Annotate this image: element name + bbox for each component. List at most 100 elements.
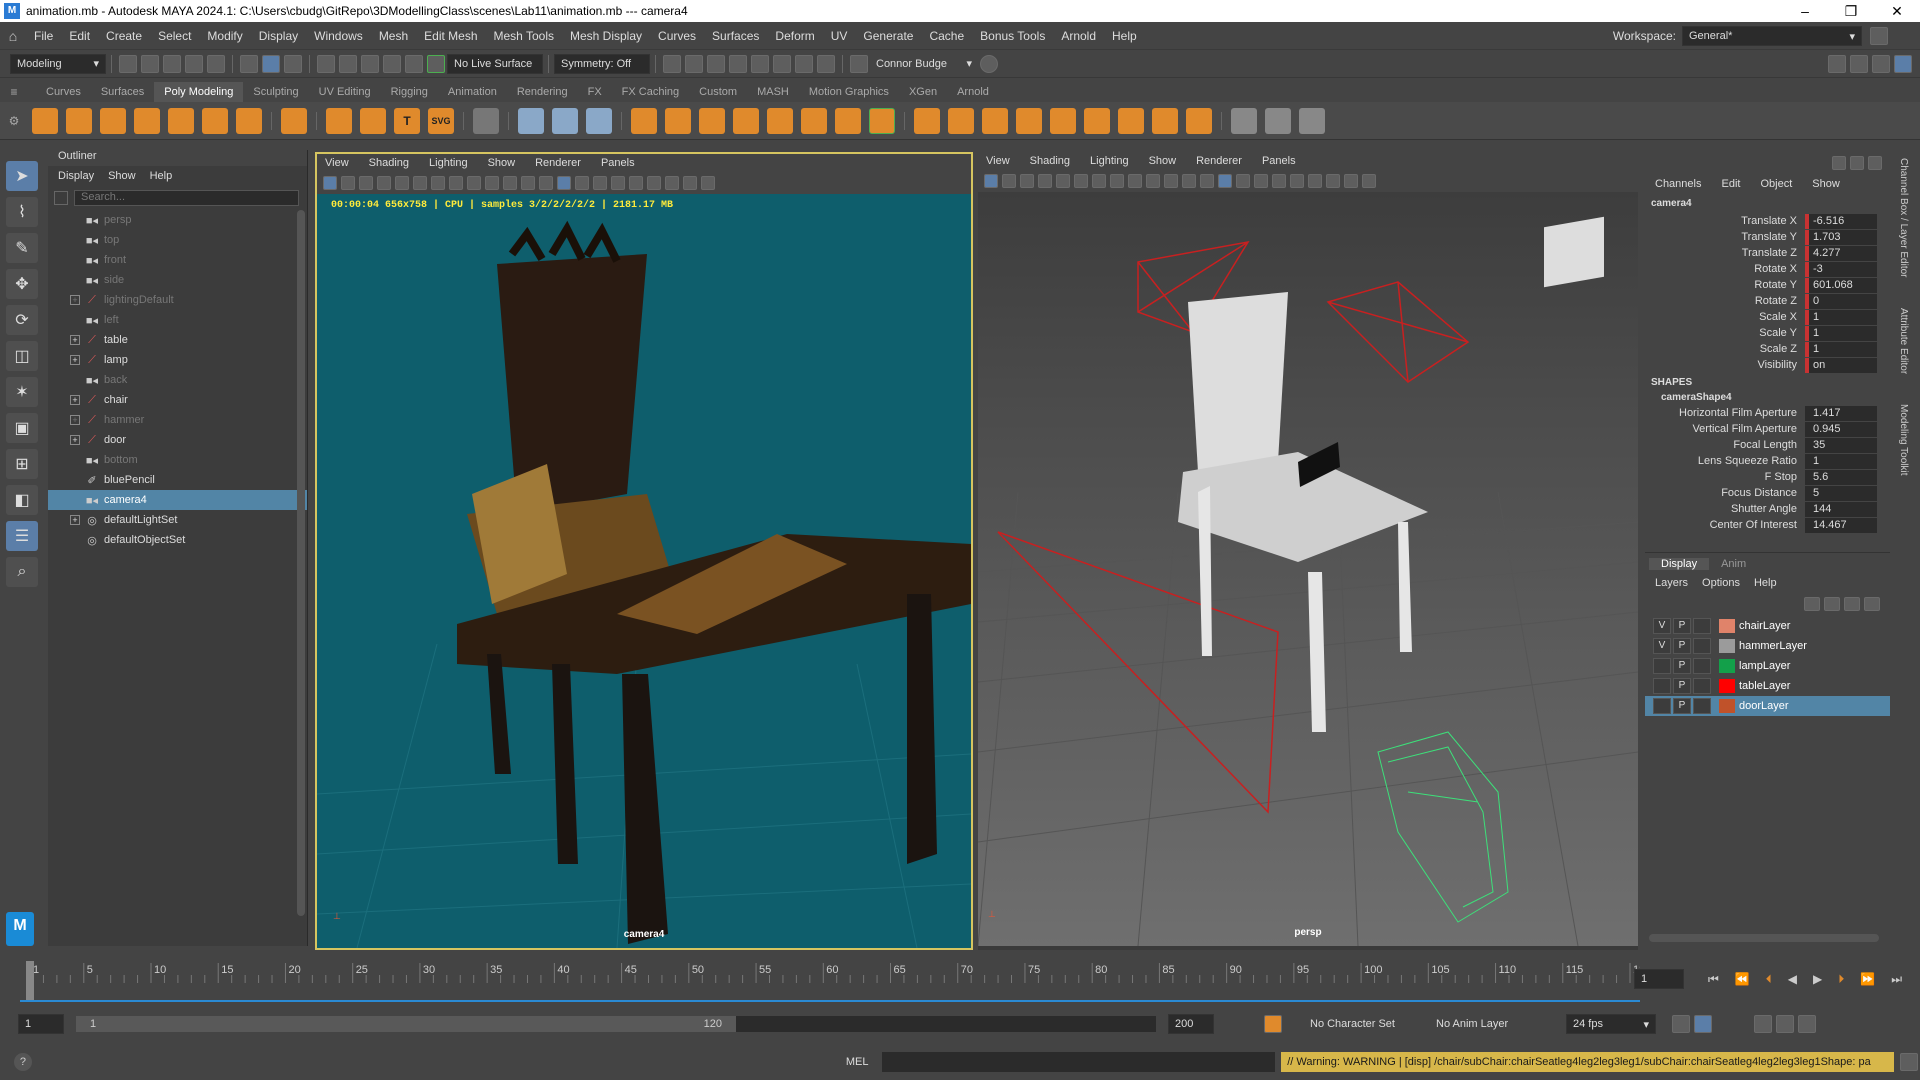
poly-plane-icon[interactable] — [202, 107, 228, 134]
channel-value[interactable]: 1.703 — [1805, 229, 1877, 245]
antialiasing-icon[interactable] — [1326, 174, 1340, 188]
wedge-icon[interactable] — [1186, 107, 1212, 134]
modeling-toolkit-shelf-icon[interactable] — [518, 107, 544, 134]
default-material-icon[interactable] — [1236, 174, 1250, 188]
channel-value[interactable]: 1 — [1805, 309, 1877, 325]
expand-icon[interactable]: + — [70, 395, 80, 405]
viewport-menu-renderer[interactable]: Renderer — [1196, 155, 1242, 167]
close-button[interactable]: ✕ — [1874, 3, 1920, 20]
channel-name[interactable]: Rotate X — [1645, 263, 1805, 275]
shelf-tab-uv-editing[interactable]: UV Editing — [309, 82, 381, 102]
workspace-dropdown[interactable]: General* ▾ — [1682, 26, 1862, 46]
playback-toggle[interactable]: P — [1673, 618, 1691, 634]
play-forward-icon[interactable]: ▶ — [1813, 972, 1822, 986]
menu-mesh-tools[interactable]: Mesh Tools — [486, 29, 562, 43]
channel-menu-edit[interactable]: Edit — [1721, 178, 1740, 190]
shelf-tab-motion-graphics[interactable]: Motion Graphics — [799, 82, 899, 102]
step-back-key-icon[interactable]: ⏪ — [1735, 972, 1750, 986]
paint-select-icon[interactable]: ✎ — [6, 233, 38, 263]
channel-name[interactable]: Scale X — [1645, 311, 1805, 323]
outliner-item[interactable]: ■◂ left — [48, 310, 307, 330]
character-set-dropdown[interactable]: No Character Set — [1304, 1014, 1424, 1034]
menu-arnold[interactable]: Arnold — [1053, 29, 1104, 43]
side-tab[interactable]: Attribute Editor — [1898, 308, 1909, 374]
four-view-icon[interactable]: ⊞ — [6, 449, 38, 479]
bevel-icon[interactable] — [982, 107, 1008, 134]
move-layer-up-icon[interactable] — [1804, 597, 1820, 611]
playback-settings-icon[interactable] — [1798, 1015, 1816, 1033]
range-bar[interactable]: 1 120 — [76, 1016, 1156, 1032]
channel-name[interactable]: Lens Squeeze Ratio — [1645, 455, 1805, 467]
outliner-item[interactable]: + ⟋ lightingDefault — [48, 290, 307, 310]
smooth-icon[interactable] — [767, 107, 793, 134]
merge-icon[interactable] — [1084, 107, 1110, 134]
xray-icon[interactable] — [1362, 174, 1376, 188]
collapse-icon[interactable] — [1118, 107, 1144, 134]
menu-create[interactable]: Create — [98, 29, 150, 43]
visibility-toggle[interactable] — [1653, 698, 1671, 714]
bridge-icon[interactable] — [948, 107, 974, 134]
hypershade-icon[interactable] — [751, 54, 769, 73]
channel-menu-show[interactable]: Show — [1812, 178, 1840, 190]
shelf-settings-icon[interactable]: ⚙ — [0, 114, 28, 128]
snap-curve-icon[interactable] — [339, 54, 357, 73]
bookmark-icon[interactable] — [1020, 174, 1034, 188]
field-chart-icon[interactable] — [503, 176, 517, 190]
help-icon[interactable]: ? — [14, 1053, 32, 1071]
type-tool-icon[interactable]: T — [394, 107, 420, 134]
modeling-toolkit-icon[interactable] — [1828, 54, 1846, 73]
render-frame-icon[interactable] — [685, 54, 703, 73]
expand-icon[interactable] — [1868, 156, 1882, 170]
channel-name[interactable]: F Stop — [1645, 471, 1805, 483]
remesh-icon[interactable] — [835, 107, 861, 134]
snap-point-icon[interactable] — [361, 54, 379, 73]
film-gate-icon[interactable] — [1110, 174, 1124, 188]
viewport-camera4[interactable]: View Shading Lighting Show Renderer Panels — [315, 152, 973, 950]
playback-toggle[interactable]: P — [1673, 658, 1691, 674]
shelf-menu-icon[interactable]: ≡ — [0, 85, 28, 99]
poly-sphere-icon[interactable] — [32, 107, 58, 134]
wireframe-icon[interactable] — [539, 176, 553, 190]
channel-value[interactable]: 0 — [1805, 293, 1877, 309]
arnold-render-icon[interactable] — [773, 54, 791, 73]
maximize-button[interactable]: ❐ — [1828, 3, 1874, 20]
channel-value[interactable]: 35 — [1805, 437, 1877, 453]
channel-name[interactable]: Scale Y — [1645, 327, 1805, 339]
gate-mask-icon[interactable] — [1146, 174, 1160, 188]
move-tool-icon[interactable]: ✥ — [6, 269, 38, 299]
viewport-menu-view[interactable]: View — [986, 155, 1010, 167]
layer-menu-options[interactable]: Options — [1702, 577, 1740, 589]
menu-mesh-display[interactable]: Mesh Display — [562, 29, 650, 43]
channel-name[interactable]: Center Of Interest — [1645, 519, 1805, 531]
minimize-button[interactable]: – — [1782, 3, 1828, 20]
separate-icon[interactable] — [665, 107, 691, 134]
render-canvas[interactable]: 00:00:04 656x758 | CPU | samples 3/2/2/2… — [317, 194, 971, 948]
outliner-item[interactable]: ■◂ side — [48, 270, 307, 290]
pin-icon[interactable] — [1832, 156, 1846, 170]
select-component-icon[interactable] — [284, 54, 302, 73]
symmetry-dropdown[interactable]: Symmetry: Off — [554, 53, 650, 74]
save-scene-icon[interactable] — [163, 54, 181, 73]
bookmark-icon[interactable] — [359, 176, 373, 190]
play-backward-icon[interactable]: ◀ — [1788, 972, 1797, 986]
end-frame-field[interactable]: 200 — [1168, 1014, 1214, 1034]
viewport-menu-shading[interactable]: Shading — [369, 157, 409, 169]
new-layer-icon[interactable] — [1844, 597, 1860, 611]
grease-pencil-icon[interactable] — [1074, 174, 1088, 188]
uv-editor-icon[interactable] — [473, 107, 499, 134]
channel-value[interactable]: 5.6 — [1805, 469, 1877, 485]
channel-name[interactable]: Translate Y — [1645, 231, 1805, 243]
poly-cube-icon[interactable] — [66, 107, 92, 134]
shelf-tab-curves[interactable]: Curves — [36, 82, 91, 102]
isolate-select-icon[interactable] — [1344, 174, 1358, 188]
view-cube[interactable] — [1544, 216, 1604, 288]
display-type-toggle[interactable] — [1693, 678, 1711, 694]
shelf-tab-surfaces[interactable]: Surfaces — [91, 82, 154, 102]
channel-value[interactable]: 144 — [1805, 501, 1877, 517]
layer-color-swatch[interactable] — [1719, 679, 1735, 693]
fps-dropdown[interactable]: 24 fps ▾ — [1566, 1014, 1656, 1034]
channel-value[interactable]: -6.516 — [1805, 213, 1877, 229]
layer-row[interactable]: PdoorLayer — [1645, 696, 1890, 716]
grid-icon[interactable] — [1092, 174, 1106, 188]
home-icon[interactable]: ⌂ — [0, 28, 26, 44]
